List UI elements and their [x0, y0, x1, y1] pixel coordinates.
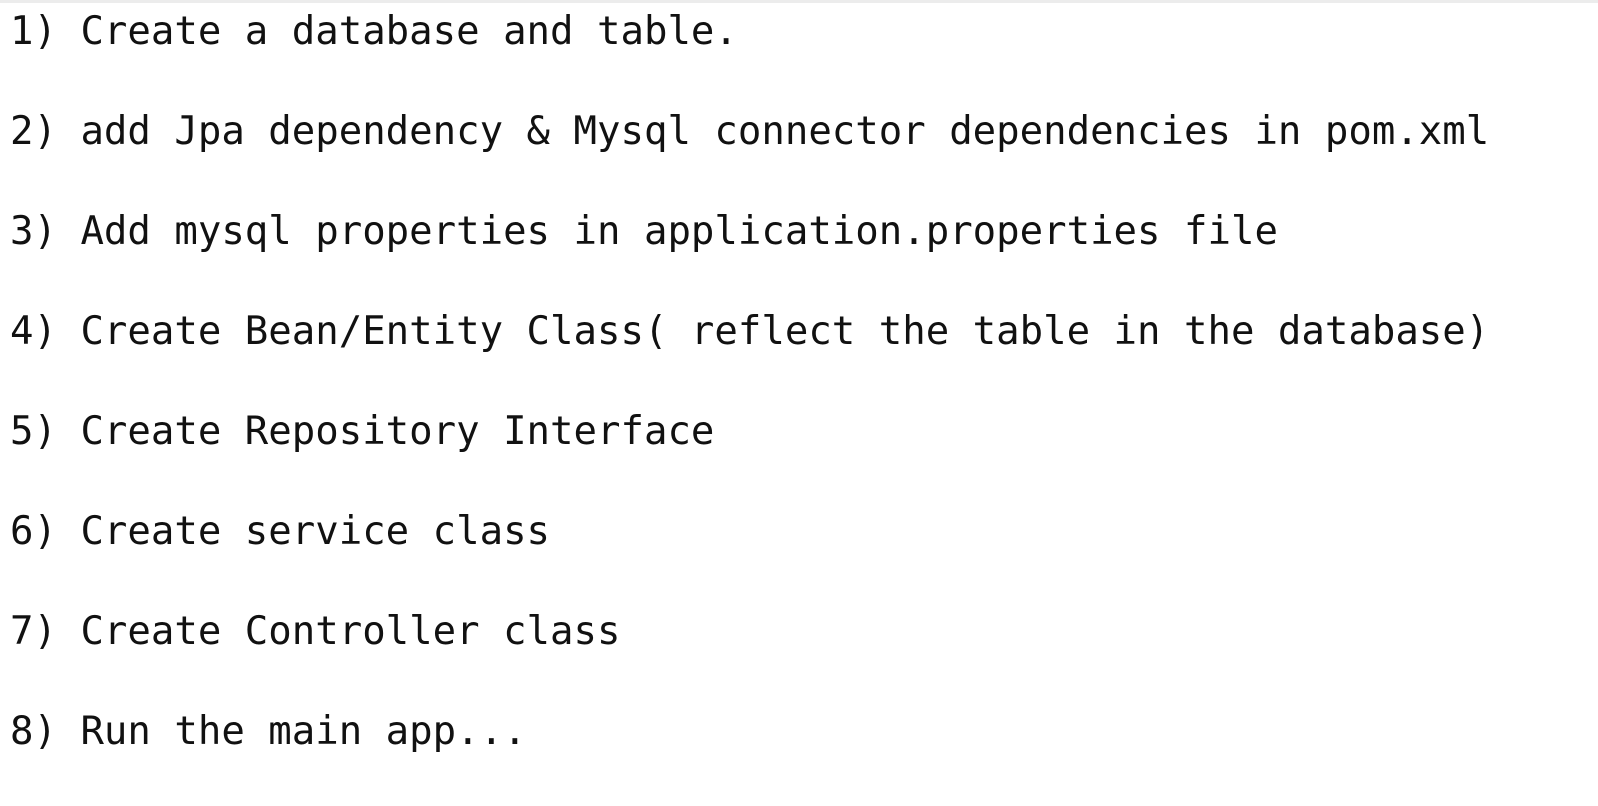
step-3-text: 3) Add mysql properties in application.p…	[10, 209, 1278, 254]
step-1-text: 1) Create a database and table.	[10, 9, 738, 54]
step-4-text: 4) Create Bean/Entity Class( reflect the…	[10, 309, 1490, 354]
step-7-text: 7) Create Controller class	[10, 609, 621, 654]
steps-document: 1) Create a database and table. 2) add J…	[10, 0, 1590, 806]
step-8-text: 8) Run the main app...	[10, 709, 527, 754]
step-6-text: 6) Create service class	[10, 509, 551, 554]
step-2-text: 2) add Jpa dependency & Mysql connector …	[10, 109, 1490, 154]
step-5-text: 5) Create Repository Interface	[10, 409, 715, 454]
